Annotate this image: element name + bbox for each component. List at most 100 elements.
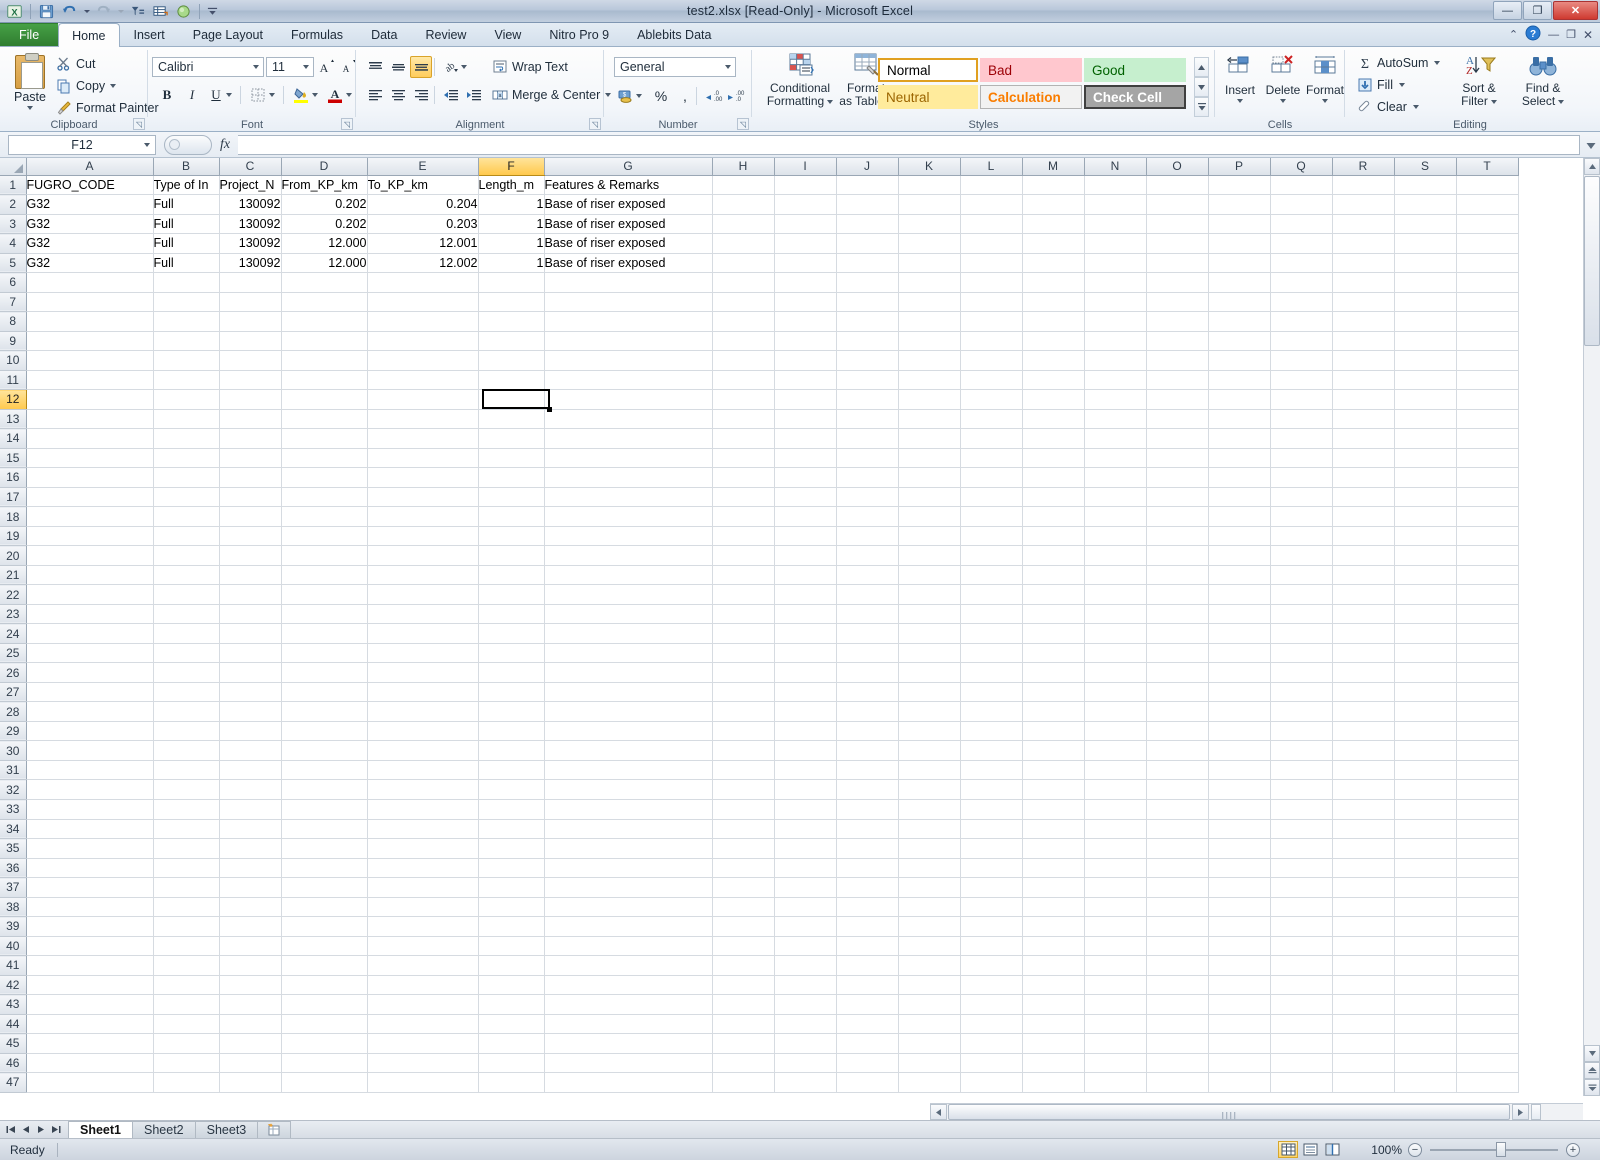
cell-S33[interactable] (1394, 799, 1457, 820)
cell-B28[interactable] (153, 701, 220, 722)
cell-E25[interactable] (367, 643, 479, 664)
cell-A28[interactable] (26, 701, 154, 722)
cell-C21[interactable] (219, 565, 282, 586)
cell-S17[interactable] (1394, 487, 1457, 508)
cell-B21[interactable] (153, 565, 220, 586)
cell-B16[interactable] (153, 467, 220, 488)
cell-G37[interactable] (544, 877, 713, 898)
cell-G17[interactable] (544, 487, 713, 508)
cell-P31[interactable] (1208, 760, 1271, 781)
cell-B29[interactable] (153, 721, 220, 742)
cell-N6[interactable] (1084, 272, 1147, 293)
cell-G34[interactable] (544, 819, 713, 840)
row-header-32[interactable]: 32 (0, 779, 27, 800)
cell-O18[interactable] (1146, 506, 1209, 527)
column-header-c[interactable]: C (219, 158, 282, 176)
close-button[interactable]: ✕ (1553, 1, 1598, 20)
zoom-track[interactable] (1430, 1148, 1558, 1151)
cell-E30[interactable] (367, 740, 479, 761)
cell-S11[interactable] (1394, 370, 1457, 391)
column-header-s[interactable]: S (1394, 158, 1457, 176)
cell-K22[interactable] (898, 584, 961, 605)
cell-D36[interactable] (281, 858, 368, 879)
cell-G25[interactable] (544, 643, 713, 664)
cell-Q31[interactable] (1270, 760, 1333, 781)
insert-table-icon[interactable] (150, 2, 171, 21)
cell-T28[interactable] (1456, 701, 1519, 722)
cell-L27[interactable] (960, 682, 1023, 703)
cell-A12[interactable] (26, 389, 154, 410)
column-header-a[interactable]: A (26, 158, 154, 176)
cell-G10[interactable] (544, 350, 713, 371)
cell-T43[interactable] (1456, 994, 1519, 1015)
horizontal-scrollbar[interactable] (930, 1103, 1583, 1120)
cell-R31[interactable] (1332, 760, 1395, 781)
cell-O12[interactable] (1146, 389, 1209, 410)
cell-J8[interactable] (836, 311, 899, 332)
cell-L18[interactable] (960, 506, 1023, 527)
cell-F14[interactable] (478, 428, 545, 449)
cell-R25[interactable] (1332, 643, 1395, 664)
decrease-decimal-button[interactable]: .00.0 (724, 85, 746, 107)
cell-H1[interactable] (712, 175, 775, 196)
row-header-18[interactable]: 18 (0, 506, 27, 527)
cell-E24[interactable] (367, 623, 479, 644)
cell-T16[interactable] (1456, 467, 1519, 488)
cell-C1[interactable]: Project_N (219, 175, 282, 196)
name-box-dropdown-icon[interactable] (144, 142, 150, 147)
cell-P38[interactable] (1208, 897, 1271, 918)
row-header-10[interactable]: 10 (0, 350, 27, 371)
cell-A40[interactable] (26, 936, 154, 957)
cell-Q2[interactable] (1270, 194, 1333, 215)
row-header-3[interactable]: 3 (0, 214, 27, 235)
cell-O15[interactable] (1146, 448, 1209, 469)
cell-H7[interactable] (712, 292, 775, 313)
cell-A33[interactable] (26, 799, 154, 820)
cell-P8[interactable] (1208, 311, 1271, 332)
cell-G47[interactable] (544, 1072, 713, 1093)
cell-I41[interactable] (774, 955, 837, 976)
font-name-input[interactable]: Calibri (152, 57, 264, 77)
cell-I22[interactable] (774, 584, 837, 605)
formula-toggle-icon[interactable] (169, 139, 180, 150)
cell-T30[interactable] (1456, 740, 1519, 761)
cell-F33[interactable] (478, 799, 545, 820)
cell-Q6[interactable] (1270, 272, 1333, 293)
cell-K13[interactable] (898, 409, 961, 430)
cell-L35[interactable] (960, 838, 1023, 859)
cell-A38[interactable] (26, 897, 154, 918)
cell-K19[interactable] (898, 526, 961, 547)
cell-I19[interactable] (774, 526, 837, 547)
align-right-button[interactable] (410, 84, 432, 106)
cell-E26[interactable] (367, 662, 479, 683)
cell-M37[interactable] (1022, 877, 1085, 898)
cell-D8[interactable] (281, 311, 368, 332)
cell-T23[interactable] (1456, 604, 1519, 625)
cell-N31[interactable] (1084, 760, 1147, 781)
cell-S21[interactable] (1394, 565, 1457, 586)
cell-A15[interactable] (26, 448, 154, 469)
cell-K28[interactable] (898, 701, 961, 722)
font-color-dropdown-icon[interactable] (344, 84, 354, 106)
cell-G41[interactable] (544, 955, 713, 976)
cell-L39[interactable] (960, 916, 1023, 937)
cell-S44[interactable] (1394, 1014, 1457, 1035)
cell-H41[interactable] (712, 955, 775, 976)
cell-G39[interactable] (544, 916, 713, 937)
cell-F43[interactable] (478, 994, 545, 1015)
row-header-29[interactable]: 29 (0, 721, 27, 742)
cell-P22[interactable] (1208, 584, 1271, 605)
cell-D28[interactable] (281, 701, 368, 722)
select-all-button[interactable] (0, 158, 27, 176)
cell-P44[interactable] (1208, 1014, 1271, 1035)
cell-H15[interactable] (712, 448, 775, 469)
cell-C44[interactable] (219, 1014, 282, 1035)
cell-M24[interactable] (1022, 623, 1085, 644)
cell-G5[interactable]: Base of riser exposed (544, 253, 713, 274)
tab-nitro-pro-9[interactable]: Nitro Pro 9 (535, 23, 623, 46)
cell-T20[interactable] (1456, 545, 1519, 566)
cell-J2[interactable] (836, 194, 899, 215)
cell-E36[interactable] (367, 858, 479, 879)
cell-M22[interactable] (1022, 584, 1085, 605)
cell-S28[interactable] (1394, 701, 1457, 722)
